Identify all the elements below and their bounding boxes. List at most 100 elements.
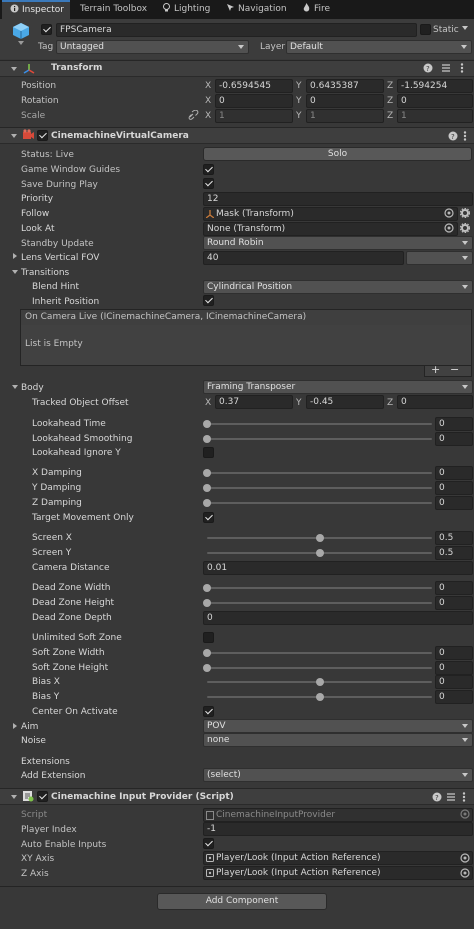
body-row-checkbox[interactable]: [203, 632, 214, 643]
slider-track[interactable]: [207, 652, 432, 654]
slider-handle[interactable]: [203, 420, 211, 428]
help-icon[interactable]: ?: [423, 63, 433, 76]
xy-axis-picker-icon[interactable]: [460, 853, 470, 866]
slider-value-field[interactable]: 0: [435, 417, 473, 431]
presets-icon[interactable]: [441, 63, 451, 76]
gameobject-name-field[interactable]: FPSCamera: [56, 23, 417, 37]
noise-dropdown[interactable]: none: [203, 733, 473, 747]
scale-y-field[interactable]: 1: [306, 109, 384, 123]
body-row-field[interactable]: 0.01: [203, 561, 473, 575]
z-axis-field[interactable]: Player/Look (Input Action Reference): [203, 866, 473, 880]
standby-update-dropdown[interactable]: Round Robin: [203, 236, 473, 250]
look-at-settings-gear-icon[interactable]: [459, 222, 471, 236]
vcam-foldout-icon[interactable]: [11, 134, 17, 138]
input-provider-foldout-icon[interactable]: [11, 795, 17, 799]
follow-field[interactable]: Mask (Transform): [203, 207, 458, 221]
slider-value-field[interactable]: 0: [435, 646, 473, 660]
lens-preset-dropdown[interactable]: [406, 251, 473, 265]
tracked-offset-z-field[interactable]: 0: [397, 395, 473, 409]
tag-dropdown[interactable]: Untagged: [56, 40, 249, 54]
body-row-checkbox[interactable]: [203, 447, 214, 458]
tracked-offset-x-field[interactable]: 0.37: [215, 395, 293, 409]
rotation-x-field[interactable]: 0: [215, 94, 293, 108]
slider-track[interactable]: [207, 502, 432, 504]
script-picker-icon[interactable]: [460, 809, 470, 822]
follow-object-picker-icon[interactable]: [444, 208, 454, 221]
gameobject-active-checkbox[interactable]: [41, 24, 52, 35]
vcam-enabled-checkbox[interactable]: [37, 130, 48, 141]
slider-value-field[interactable]: 0: [435, 496, 473, 510]
add-component-button[interactable]: Add Component: [157, 893, 327, 910]
slider-track[interactable]: [207, 438, 432, 440]
static-dropdown-icon[interactable]: [462, 26, 468, 30]
slider-track[interactable]: [207, 487, 432, 489]
tracked-offset-y-field[interactable]: -0.45: [306, 395, 384, 409]
look-at-field[interactable]: None (Transform): [203, 222, 458, 236]
scale-x-field[interactable]: 1: [215, 109, 293, 123]
vcam-context-menu-icon[interactable]: [463, 131, 467, 144]
tab-terrain-toolbox[interactable]: Terrain Toolbox: [80, 0, 147, 19]
look-at-object-picker-icon[interactable]: [444, 223, 454, 236]
slider-track[interactable]: [207, 472, 432, 474]
follow-settings-gear-icon[interactable]: [459, 207, 471, 221]
slider-handle[interactable]: [203, 469, 211, 477]
slider-handle[interactable]: [203, 484, 211, 492]
slider-track[interactable]: [207, 587, 432, 589]
slider-value-field[interactable]: 0: [435, 661, 473, 675]
priority-field[interactable]: 12: [203, 192, 473, 206]
slider-handle[interactable]: [203, 649, 211, 657]
layer-dropdown[interactable]: Default: [286, 40, 472, 54]
player-index-field[interactable]: -1: [203, 822, 473, 836]
slider-value-field[interactable]: 0.5: [435, 546, 473, 560]
slider-handle[interactable]: [203, 499, 211, 507]
slider-value-field[interactable]: 0: [435, 690, 473, 704]
rotation-y-field[interactable]: 0: [306, 94, 384, 108]
scale-z-field[interactable]: 1: [397, 109, 473, 123]
body-row-checkbox[interactable]: [203, 512, 214, 523]
blend-hint-dropdown[interactable]: Cylindrical Position: [203, 280, 473, 294]
remove-event-button[interactable]: −: [450, 363, 459, 376]
save-during-play-checkbox[interactable]: [203, 178, 214, 189]
slider-handle[interactable]: [203, 435, 211, 443]
slider-handle[interactable]: [203, 664, 211, 672]
transitions-foldout-icon[interactable]: [12, 270, 18, 274]
slider-track[interactable]: [207, 423, 432, 425]
slider-track[interactable]: [207, 602, 432, 604]
aim-dropdown[interactable]: POV: [203, 719, 473, 733]
tab-navigation[interactable]: Navigation: [226, 0, 287, 19]
position-y-field[interactable]: 0.6435387: [306, 79, 384, 93]
tab-inspector[interactable]: Inspector: [2, 0, 70, 19]
z-axis-picker-icon[interactable]: [460, 868, 470, 881]
lens-foldout-icon[interactable]: [13, 253, 17, 259]
tab-fire[interactable]: Fire: [302, 0, 330, 19]
xy-axis-field[interactable]: Player/Look (Input Action Reference): [203, 851, 473, 865]
tab-lighting[interactable]: Lighting: [162, 0, 210, 19]
position-z-field[interactable]: -1.594254: [397, 79, 473, 93]
slider-handle[interactable]: [203, 584, 211, 592]
body-row-checkbox[interactable]: [203, 706, 214, 717]
body-foldout-icon[interactable]: [12, 385, 18, 389]
slider-value-field[interactable]: 0: [435, 596, 473, 610]
add-event-button[interactable]: +: [431, 363, 440, 376]
slider-value-field[interactable]: 0: [435, 581, 473, 595]
body-row-field[interactable]: 0: [203, 611, 473, 625]
slider-value-field[interactable]: 0: [435, 432, 473, 446]
slider-handle[interactable]: [315, 693, 324, 701]
slider-value-field[interactable]: 0.5: [435, 531, 473, 545]
inherit-position-checkbox[interactable]: [203, 295, 214, 306]
lens-fov-field[interactable]: 40: [203, 251, 404, 265]
slider-value-field[interactable]: 0: [435, 481, 473, 495]
context-menu-icon[interactable]: [460, 63, 464, 76]
vcam-help-icon[interactable]: ?: [448, 131, 458, 144]
input-provider-presets-icon[interactable]: [446, 792, 456, 805]
input-provider-enabled-checkbox[interactable]: [37, 791, 48, 802]
transform-foldout-icon[interactable]: [11, 67, 17, 71]
input-provider-context-menu-icon[interactable]: [462, 792, 466, 805]
aim-foldout-icon[interactable]: [13, 723, 17, 729]
slider-value-field[interactable]: 0: [435, 675, 473, 689]
solo-button[interactable]: Solo: [203, 147, 472, 161]
slider-handle[interactable]: [315, 534, 324, 542]
slider-value-field[interactable]: 0: [435, 466, 473, 480]
slider-handle[interactable]: [315, 549, 324, 557]
link-icon[interactable]: [188, 109, 199, 123]
